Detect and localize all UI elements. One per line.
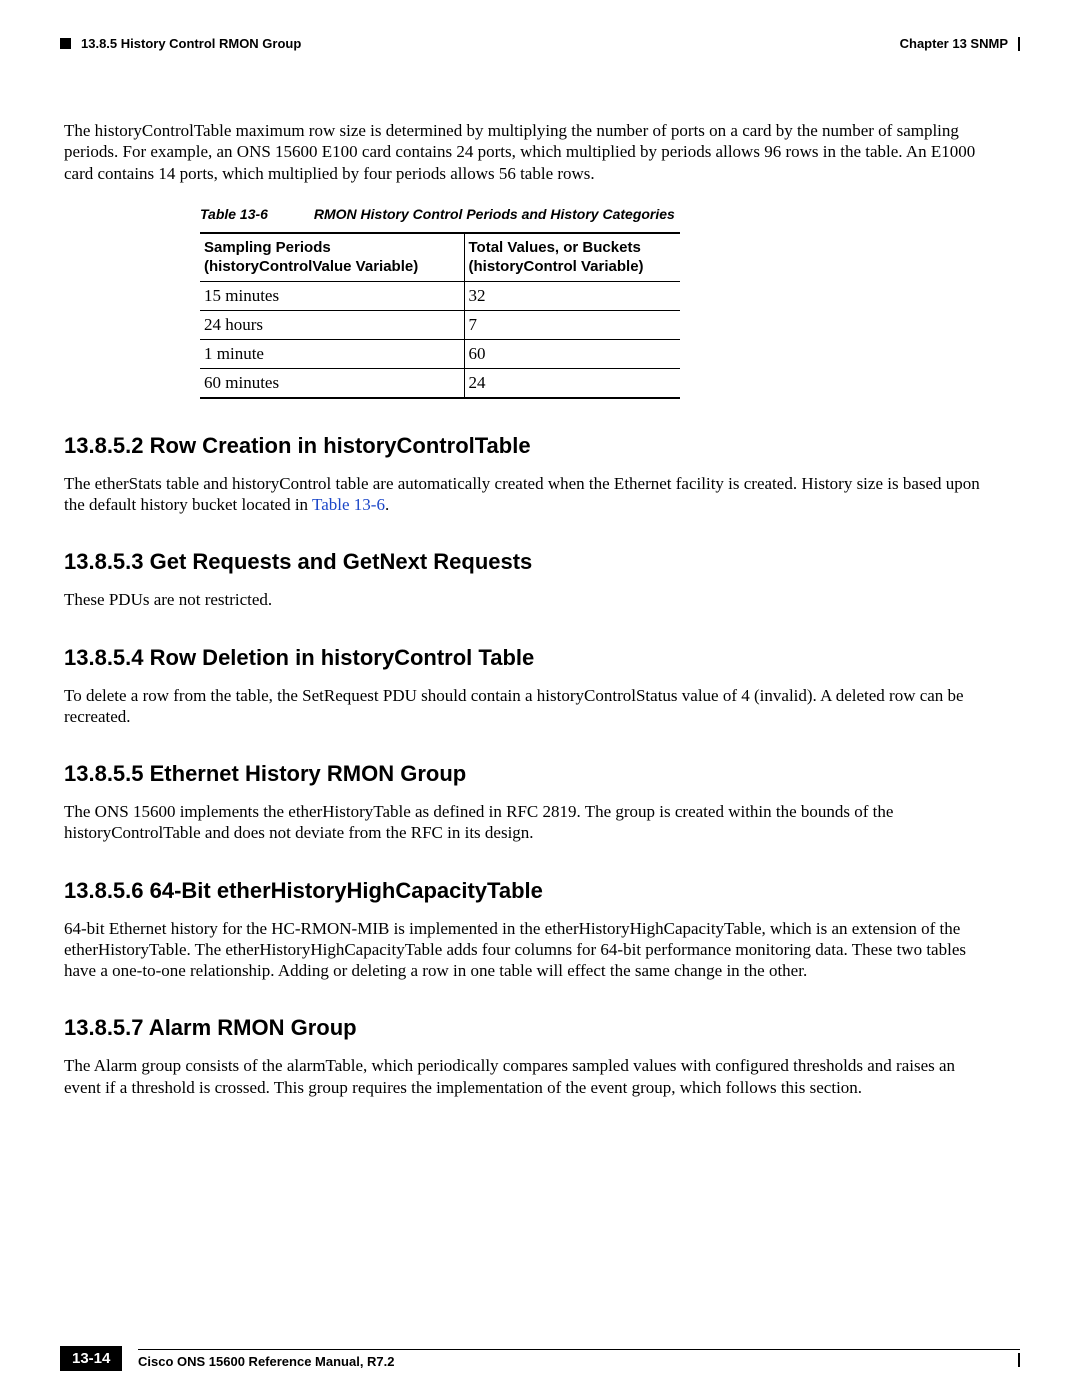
table-caption: Table 13-6 RMON History Control Periods … [200,206,980,222]
footer-rule [138,1349,1020,1350]
para-64bit-highcapacity: 64-bit Ethernet history for the HC-RMON-… [64,918,980,982]
intro-paragraph: The historyControlTable maximum row size… [64,120,980,184]
cell-period: 60 minutes [200,368,464,398]
text: . [385,495,389,514]
page-header: 13.8.5 History Control RMON Group Chapte… [60,36,1020,60]
link-table-13-6[interactable]: Table 13-6 [312,495,385,514]
heading-alarm-rmon: 13.8.5.7 Alarm RMON Group [64,1015,980,1041]
col-header-line: (historyControlValue Variable) [204,258,418,275]
bar-icon [1018,37,1020,51]
bar-icon [1018,1353,1020,1367]
para-row-creation: The etherStats table and historyControl … [64,473,980,516]
heading-64bit-highcapacity: 13.8.5.6 64-Bit etherHistoryHighCapacity… [64,878,980,904]
col-header-sampling-periods: Sampling Periods (historyControlValue Va… [200,233,464,282]
square-icon [60,38,71,49]
para-alarm-rmon: The Alarm group consists of the alarmTab… [64,1055,980,1098]
content-area: The historyControlTable maximum row size… [64,120,980,1116]
header-section-title: 13.8.5 History Control RMON Group [81,36,301,51]
col-header-total-values: Total Values, or Buckets (historyControl… [464,233,680,282]
header-left: 13.8.5 History Control RMON Group [60,36,1020,51]
cell-value: 60 [464,339,680,368]
table-row: 24 hours 7 [200,310,680,339]
table-header-row: Sampling Periods (historyControlValue Va… [200,233,680,282]
table-row: 60 minutes 24 [200,368,680,398]
heading-row-creation: 13.8.5.2 Row Creation in historyControlT… [64,433,980,459]
para-row-deletion: To delete a row from the table, the SetR… [64,685,980,728]
col-header-line: (historyControl Variable) [469,258,644,275]
para-get-requests: These PDUs are not restricted. [64,589,980,610]
table-row: 15 minutes 32 [200,281,680,310]
header-right: Chapter 13 SNMP [900,36,1020,51]
rmon-history-table: Sampling Periods (historyControlValue Va… [200,232,680,399]
col-header-line: Sampling Periods [204,239,331,256]
table-row: 1 minute 60 [200,339,680,368]
footer-manual-title: Cisco ONS 15600 Reference Manual, R7.2 [138,1354,1020,1369]
cell-period: 24 hours [200,310,464,339]
page-footer: Cisco ONS 15600 Reference Manual, R7.2 1… [60,1349,1020,1369]
cell-period: 1 minute [200,339,464,368]
page-number-wrap: 13-14 [60,1346,122,1371]
cell-period: 15 minutes [200,281,464,310]
page-number: 13-14 [60,1346,122,1371]
table-title: RMON History Control Periods and History… [314,206,675,222]
cell-value: 7 [464,310,680,339]
cell-value: 24 [464,368,680,398]
header-chapter-title: Chapter 13 SNMP [900,36,1008,51]
text: The etherStats table and historyControl … [64,474,980,514]
para-ethernet-history: The ONS 15600 implements the etherHistor… [64,801,980,844]
cell-value: 32 [464,281,680,310]
heading-row-deletion: 13.8.5.4 Row Deletion in historyControl … [64,645,980,671]
heading-get-requests: 13.8.5.3 Get Requests and GetNext Reques… [64,549,980,575]
heading-ethernet-history: 13.8.5.5 Ethernet History RMON Group [64,761,980,787]
col-header-line: Total Values, or Buckets [469,239,641,256]
table-number: Table 13-6 [200,206,310,222]
